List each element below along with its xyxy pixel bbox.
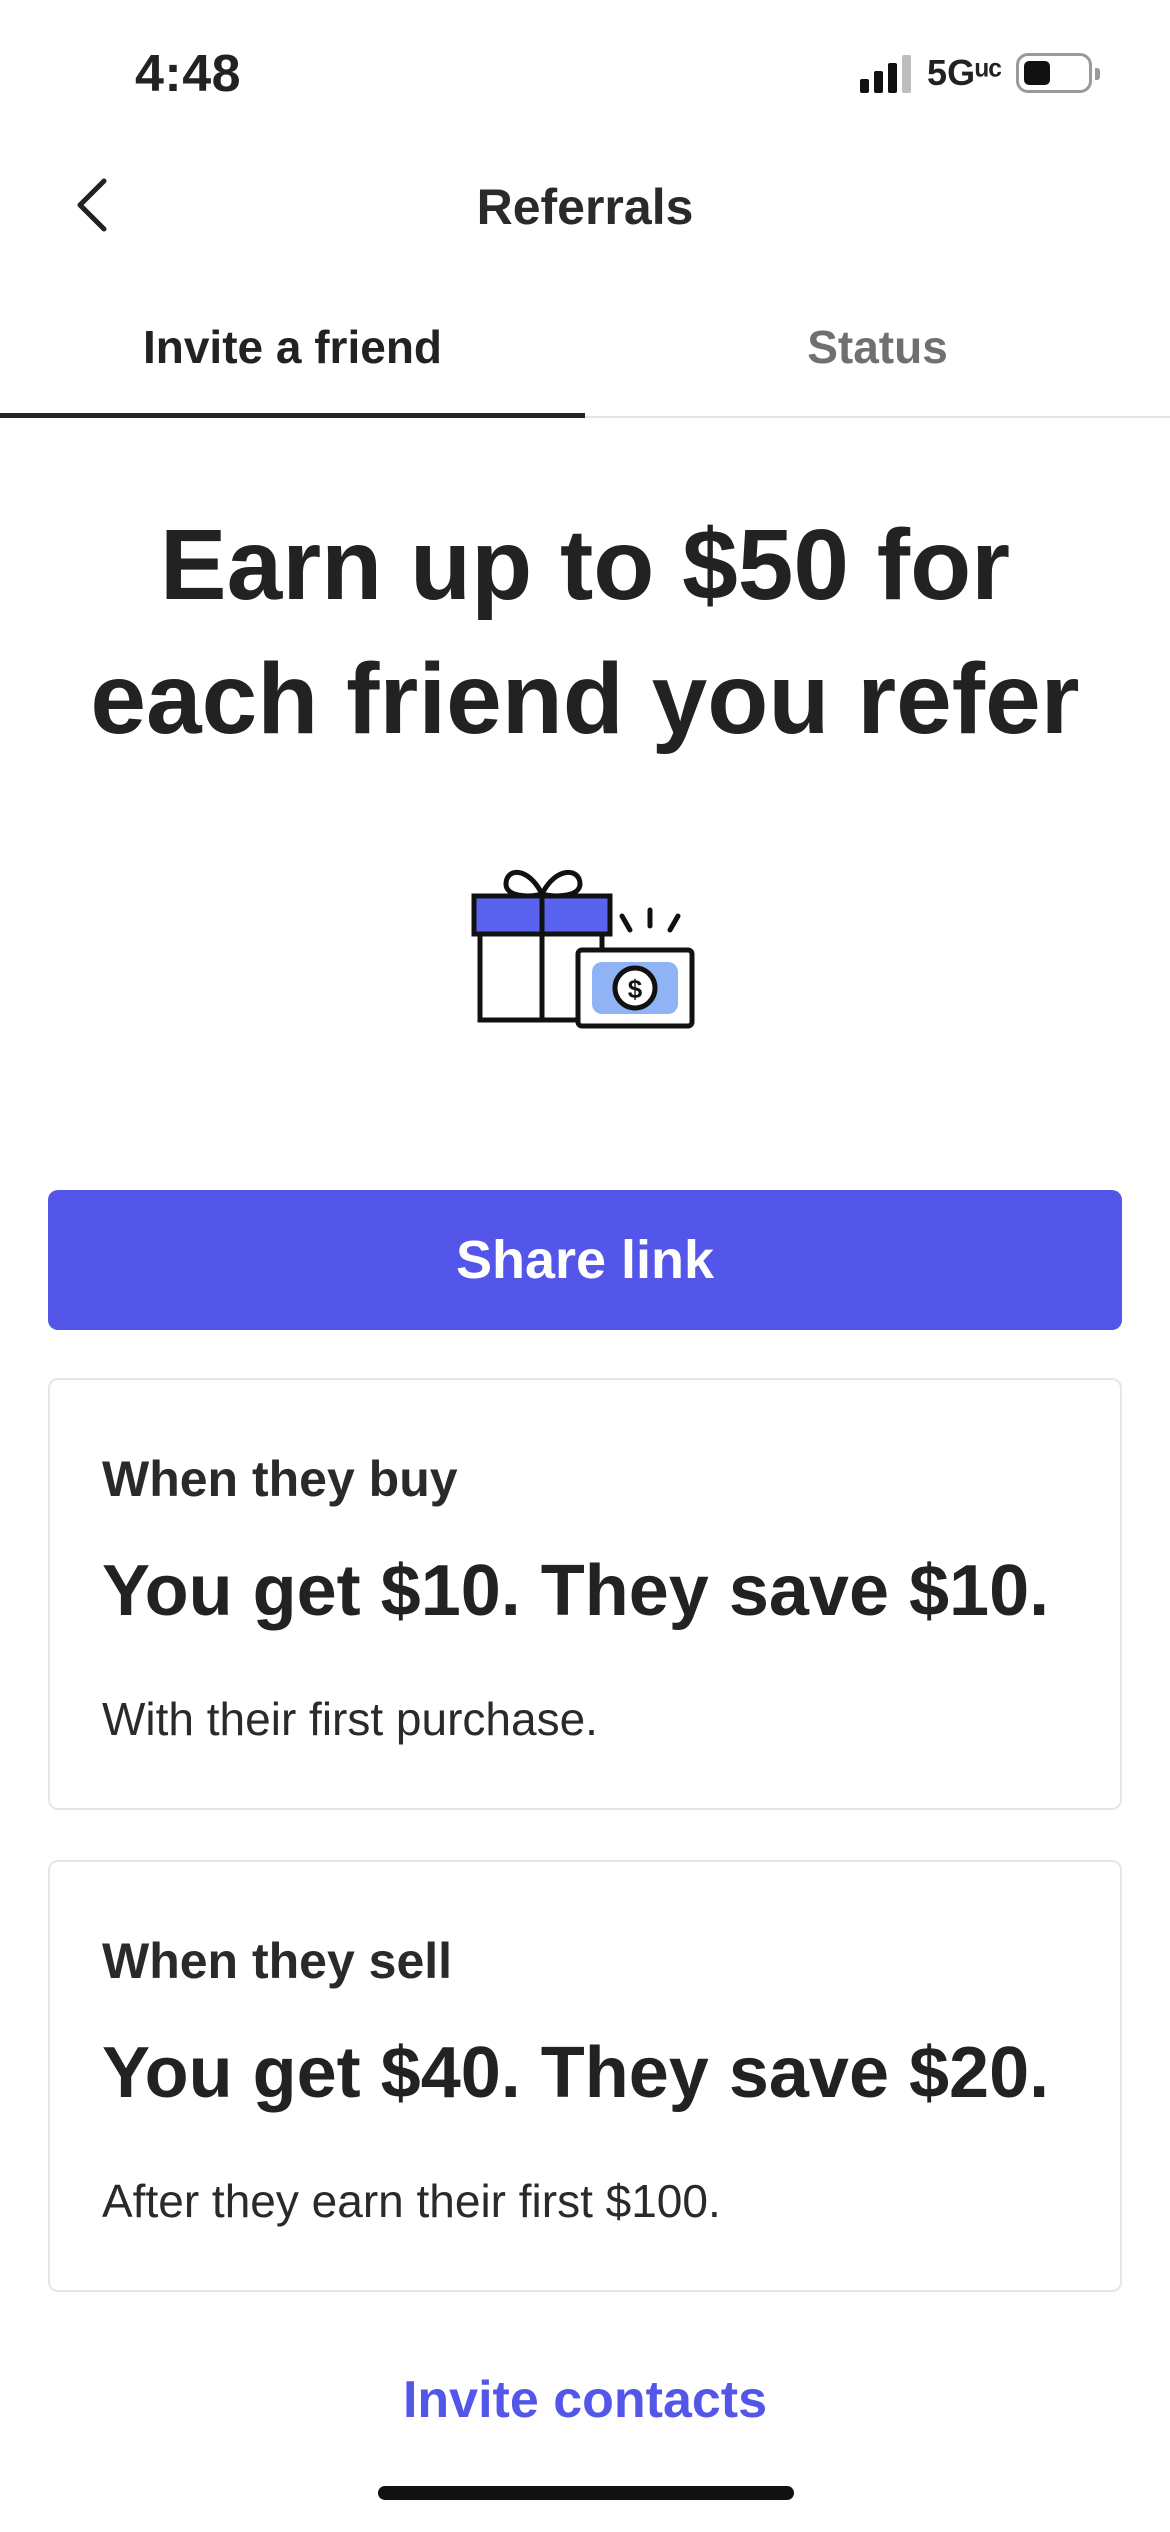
referrals-screen: 4:48 5Gᵘᶜ Referrals Invite a friend Stat… — [0, 0, 1170, 2532]
status-indicators: 5Gᵘᶜ — [860, 52, 1100, 94]
headline: Earn up to $50 for each friend you refer — [60, 498, 1110, 766]
invite-contacts-link[interactable]: Invite contacts — [0, 2370, 1170, 2430]
status-time: 4:48 — [135, 45, 242, 103]
card-amount: You get $40. They save $20. — [102, 2033, 1050, 2113]
card-label: When they buy — [102, 1451, 458, 1507]
referral-card-sell: When they sell You get $40. They save $2… — [48, 1860, 1122, 2292]
battery-icon — [1016, 53, 1100, 93]
card-note: With their first purchase. — [102, 1693, 598, 1745]
svg-text:$: $ — [628, 974, 643, 1004]
card-label: When they sell — [102, 1933, 453, 1989]
share-link-button[interactable]: Share link — [48, 1190, 1122, 1330]
gift-and-cash-icon: $ — [470, 858, 700, 1038]
tab-bar: Invite a friend Status — [0, 300, 1170, 418]
page-title: Referrals — [476, 179, 694, 235]
tab-status[interactable]: Status — [585, 300, 1170, 418]
headline-line-2: each friend you refer — [90, 643, 1080, 755]
referral-card-buy: When they buy You get $10. They save $10… — [48, 1378, 1122, 1810]
headline-line-1: Earn up to $50 for — [159, 509, 1011, 621]
signal-icon — [860, 53, 912, 93]
card-amount: You get $10. They save $10. — [102, 1551, 1050, 1631]
tab-invite-a-friend[interactable]: Invite a friend — [0, 300, 585, 418]
home-indicator — [378, 2486, 794, 2500]
card-note: After they earn their first $100. — [102, 2175, 721, 2227]
network-type: 5Gᵘᶜ — [927, 52, 1002, 93]
